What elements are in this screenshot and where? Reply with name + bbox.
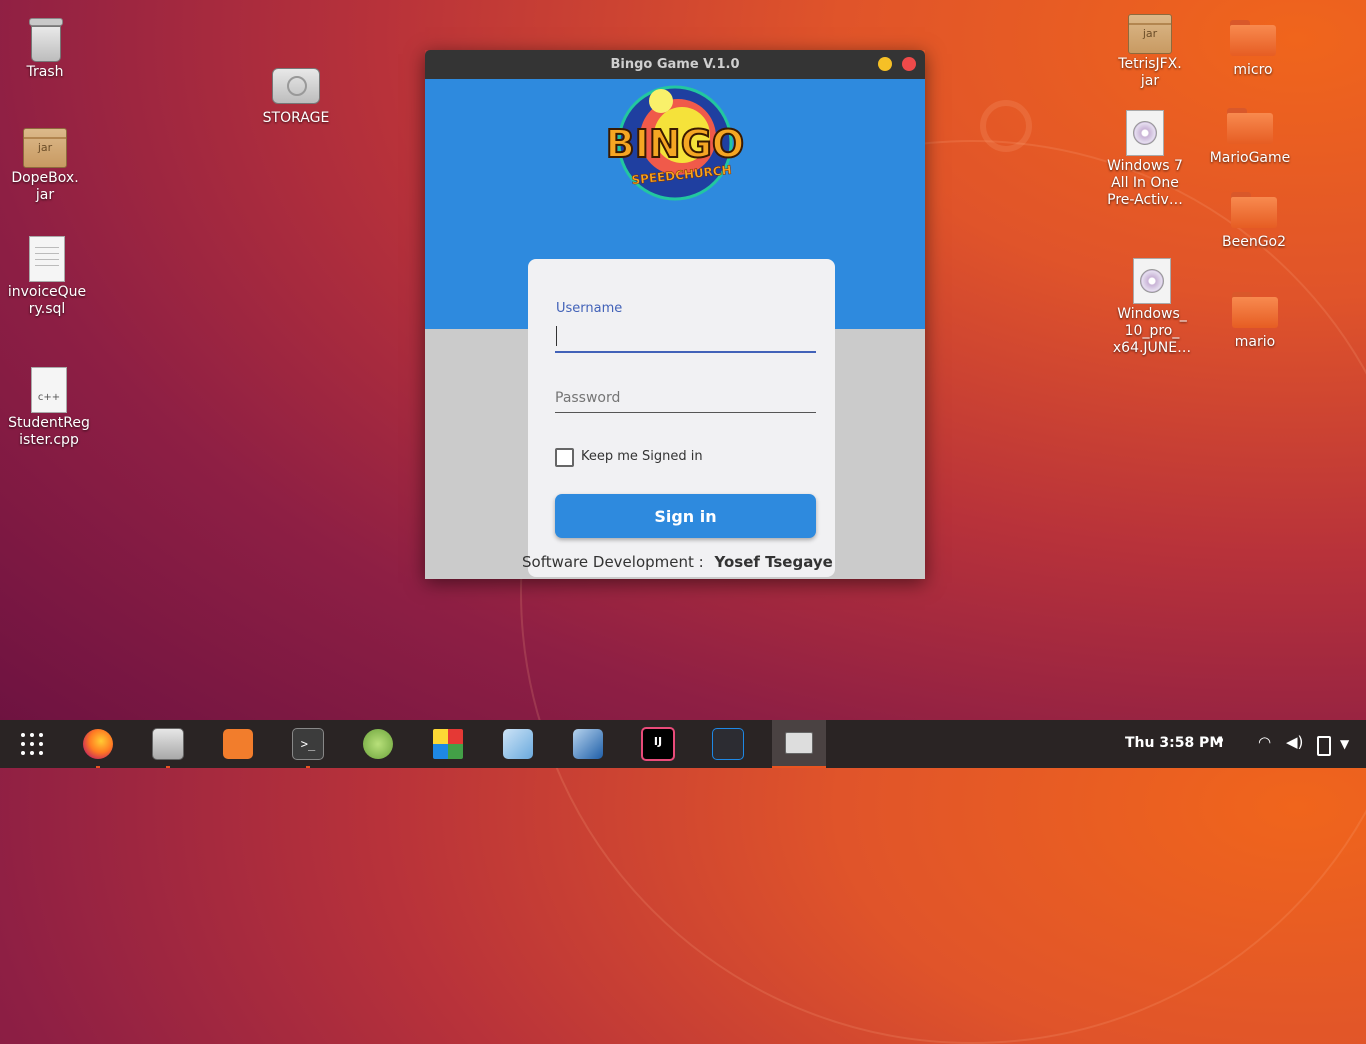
- firefox-icon: [83, 729, 113, 759]
- cube-icon: [503, 729, 533, 759]
- window-title: Bingo Game V.1.0: [610, 57, 740, 72]
- taskbar-android-studio[interactable]: [351, 720, 405, 768]
- system-menu-chevron-icon[interactable]: ▼: [1340, 737, 1349, 751]
- drive-icon: [272, 68, 320, 104]
- taskbar-files[interactable]: [141, 720, 195, 768]
- wallpaper-ring: [980, 100, 1032, 152]
- folder-icon: [1227, 108, 1273, 144]
- footer-credit: Software Development : Yosef Tsegaye: [522, 553, 833, 571]
- desktop-icon-label: Trash: [26, 64, 64, 80]
- clock[interactable]: Thu 3:58 PM: [1125, 735, 1223, 751]
- show-apps-button[interactable]: [5, 720, 59, 768]
- jar-file-icon: jar: [23, 128, 67, 168]
- battery-icon[interactable]: [1317, 736, 1331, 756]
- desktop-icon-label: invoiceQue ry.sql: [7, 284, 87, 317]
- desktop-icon-label: TetrisJFX. jar: [1118, 56, 1182, 89]
- disc-image-icon: [1133, 258, 1171, 304]
- cpp-file-icon: c++: [31, 367, 67, 413]
- taskbar-terminal[interactable]: >_: [281, 720, 335, 768]
- desktop-icon-label: BeenGo2: [1221, 234, 1287, 250]
- text-caret: [556, 326, 557, 346]
- windows-logo-icon: [433, 729, 463, 759]
- username-label: Username: [556, 301, 623, 316]
- desktop-icon-tetrisjfx[interactable]: jar TetrisJFX. jar: [1105, 14, 1195, 90]
- footer-author: Yosef Tsegaye: [714, 553, 833, 571]
- files-icon: [152, 728, 184, 760]
- window-titlebar[interactable]: Bingo Game V.1.0: [425, 50, 925, 79]
- desktop-icon-label: micro: [1233, 62, 1273, 78]
- grid-icon: [21, 733, 43, 755]
- disc-image-icon: [1126, 110, 1164, 156]
- notification-dot-icon: [1217, 737, 1223, 743]
- vscode-icon: [712, 728, 744, 760]
- virtualbox-icon: [573, 729, 603, 759]
- footer-prefix: Software Development :: [522, 553, 704, 571]
- jar-file-icon: jar: [1128, 14, 1172, 54]
- desktop-icon-windows7[interactable]: Windows 7 All In One Pre-Activ…: [1100, 110, 1190, 209]
- desktop-icon-dopebox[interactable]: jar DopeBox. jar: [0, 128, 90, 204]
- bingo-login-window: Bingo Game V.1.0 BINGO SPEEDCHURCH Usern…: [425, 50, 925, 579]
- trash-icon: [27, 18, 63, 62]
- intellij-icon: IJ: [641, 727, 675, 761]
- keep-signed-in-label[interactable]: Keep me Signed in: [581, 449, 703, 464]
- desktop-icon-trash[interactable]: Trash: [0, 18, 90, 81]
- taskbar-vscode[interactable]: [701, 720, 755, 768]
- sql-file-icon: [29, 236, 65, 282]
- desktop-icon-label: MarioGame: [1209, 150, 1291, 166]
- password-input[interactable]: [555, 384, 816, 413]
- desktop-icon-label: Windows_ 10_pro_ x64.JUNE…: [1112, 306, 1192, 356]
- taskbar-virtualbox[interactable]: [561, 720, 615, 768]
- taskbar-software-center[interactable]: [211, 720, 265, 768]
- desktop-icon-label: mario: [1234, 334, 1276, 350]
- taskbar-cube-app[interactable]: [491, 720, 545, 768]
- login-card: Username Keep me Signed in Sign in: [528, 259, 835, 577]
- taskbar-bingo-app[interactable]: [772, 720, 826, 768]
- taskbar-firefox[interactable]: [71, 720, 125, 768]
- desktop-icon-label: Windows 7 All In One Pre-Activ…: [1107, 158, 1183, 208]
- desktop-icon-storage[interactable]: STORAGE: [251, 68, 341, 127]
- android-studio-icon: [363, 729, 393, 759]
- svg-text:BINGO: BINGO: [606, 122, 744, 166]
- terminal-icon: >_: [292, 728, 324, 760]
- desktop-icon-label: STORAGE: [262, 110, 330, 126]
- desktop-icon-mario[interactable]: mario: [1210, 292, 1300, 351]
- java-app-icon: [785, 732, 813, 754]
- window-client: BINGO SPEEDCHURCH Username Keep me Signe…: [425, 79, 925, 579]
- desktop-icon-label: StudentReg ister.cpp: [8, 415, 90, 448]
- desktop-icon-invoicequery[interactable]: invoiceQue ry.sql: [2, 236, 92, 318]
- username-input[interactable]: [555, 323, 816, 353]
- desktop-icon-micro[interactable]: micro: [1208, 20, 1298, 79]
- wifi-icon[interactable]: ◠: [1258, 733, 1271, 751]
- close-button[interactable]: [902, 57, 916, 71]
- folder-icon: [1231, 192, 1277, 228]
- desktop-icon-beengo2[interactable]: BeenGo2: [1209, 192, 1299, 251]
- desktop-icon-label: DopeBox. jar: [11, 170, 79, 203]
- bingo-logo: BINGO SPEEDCHURCH: [605, 85, 745, 201]
- folder-icon: [1232, 292, 1278, 328]
- minimize-button[interactable]: [878, 57, 892, 71]
- volume-icon[interactable]: ◀): [1286, 733, 1303, 751]
- desktop-icon-studentregister[interactable]: c++ StudentReg ister.cpp: [4, 367, 94, 449]
- taskbar-windows-app[interactable]: [421, 720, 475, 768]
- desktop-icon-mariogame[interactable]: MarioGame: [1205, 108, 1295, 167]
- keep-signed-in-checkbox[interactable]: [555, 448, 574, 467]
- taskbar-intellij[interactable]: IJ: [631, 720, 685, 768]
- desktop-icon-windows10[interactable]: Windows_ 10_pro_ x64.JUNE…: [1107, 258, 1197, 357]
- folder-icon: [1230, 20, 1276, 56]
- sign-in-button[interactable]: Sign in: [555, 494, 816, 538]
- software-center-icon: [223, 729, 253, 759]
